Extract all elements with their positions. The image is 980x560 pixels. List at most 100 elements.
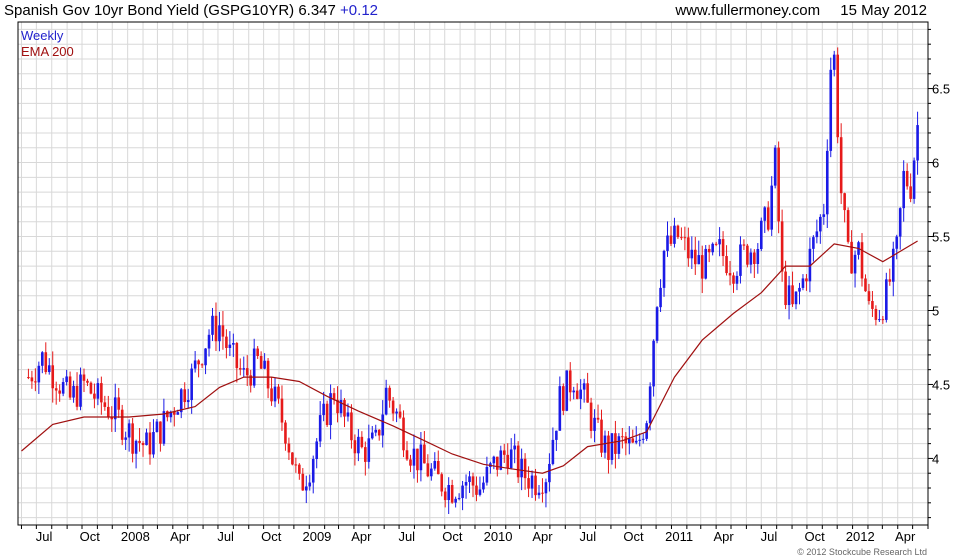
x-tick-label: Jul xyxy=(580,529,597,544)
candle-body xyxy=(905,170,909,187)
candle-body xyxy=(638,439,642,441)
candle-body xyxy=(673,225,676,244)
candle-body xyxy=(44,352,48,373)
copyright-text: © 2012 Stockcube Research Ltd xyxy=(797,547,927,557)
candle-body xyxy=(579,389,582,399)
candle-body xyxy=(461,485,464,499)
ema-series xyxy=(21,240,918,474)
x-tick-label: 2012 xyxy=(846,529,875,544)
candle-body xyxy=(568,370,572,393)
candle-body xyxy=(315,441,319,459)
candle-body xyxy=(110,417,114,420)
candle-body xyxy=(450,485,454,503)
candle-body xyxy=(721,239,725,257)
candle-body xyxy=(735,275,739,284)
candle-body xyxy=(232,343,235,345)
candle-body xyxy=(746,245,749,265)
candle-body xyxy=(871,301,874,309)
candle-body xyxy=(916,125,919,161)
y-tick-label: 6 xyxy=(932,156,939,171)
candle-body xyxy=(252,348,256,386)
candle-body xyxy=(162,411,166,444)
x-tick-label: Apr xyxy=(713,529,734,544)
candle-body xyxy=(238,368,242,370)
candle-body xyxy=(718,239,721,245)
candle-body xyxy=(846,210,850,242)
candle-body xyxy=(291,452,294,465)
candle-body xyxy=(211,315,214,335)
candle-body xyxy=(551,439,555,464)
candle-body xyxy=(693,249,697,265)
x-tick-label: Apr xyxy=(895,529,916,544)
candle-body xyxy=(176,412,180,415)
candle-body xyxy=(530,475,534,489)
x-tick-label: Oct xyxy=(805,529,826,544)
candle-body xyxy=(416,448,419,471)
candle-body xyxy=(652,340,655,387)
candle-body xyxy=(360,436,364,448)
y-tick-label: 5.5 xyxy=(932,230,950,245)
candle-body xyxy=(235,343,239,369)
candle-body xyxy=(159,421,162,444)
candle-body xyxy=(75,385,79,407)
candle-body xyxy=(325,403,329,426)
candle-body xyxy=(860,242,864,279)
candle-body xyxy=(398,411,402,418)
candle-body xyxy=(697,255,701,265)
candle-body xyxy=(541,492,544,494)
candle-body xyxy=(183,389,187,403)
candle-body xyxy=(704,248,708,279)
candle-body xyxy=(82,374,86,381)
candle-body xyxy=(555,430,558,440)
candle-body xyxy=(641,438,645,440)
candle-body xyxy=(909,186,912,199)
candle-body xyxy=(634,440,638,443)
candle-body xyxy=(405,450,409,460)
candle-body xyxy=(881,319,885,321)
candle-body xyxy=(617,436,621,454)
candle-body xyxy=(874,308,878,320)
candle-body xyxy=(343,400,346,417)
y-tick-label: 5 xyxy=(932,303,939,318)
candle-body xyxy=(648,386,652,424)
candle-body xyxy=(391,400,395,414)
candle-body xyxy=(867,291,871,302)
candle-body xyxy=(471,476,475,486)
candle-body xyxy=(475,485,478,495)
candle-body xyxy=(61,382,65,394)
candle-body xyxy=(346,412,350,417)
legend: WeeklyEMA 200 xyxy=(21,28,74,59)
candle-body xyxy=(301,473,305,491)
candle-body xyxy=(506,454,510,469)
candle-body xyxy=(700,255,704,279)
candle-body xyxy=(878,319,881,321)
x-tick-label: Oct xyxy=(261,529,282,544)
candle-body xyxy=(885,279,888,320)
candle-body xyxy=(433,460,437,469)
candle-body xyxy=(537,492,541,496)
candle-body xyxy=(113,397,117,420)
candle-body xyxy=(193,360,197,369)
candle-body xyxy=(357,436,360,454)
candle-body xyxy=(509,449,513,469)
candle-body xyxy=(47,365,51,373)
candle-body xyxy=(419,444,423,471)
candle-body xyxy=(107,406,110,418)
candle-body xyxy=(749,252,753,265)
candle-body xyxy=(370,432,374,439)
candle-body xyxy=(621,436,624,438)
candle-body xyxy=(794,291,798,305)
candle-body xyxy=(666,235,669,251)
candle-body xyxy=(614,433,617,454)
candle-body xyxy=(426,463,430,477)
candle-body xyxy=(322,403,325,416)
candle-body xyxy=(58,390,61,394)
candle-body xyxy=(502,450,506,455)
candle-body xyxy=(895,236,899,249)
candle-body xyxy=(582,383,586,390)
candle-body xyxy=(179,389,183,413)
candle-body xyxy=(207,334,211,349)
candle-body xyxy=(784,271,787,306)
candle-body xyxy=(100,383,103,403)
candle-body xyxy=(485,466,489,483)
